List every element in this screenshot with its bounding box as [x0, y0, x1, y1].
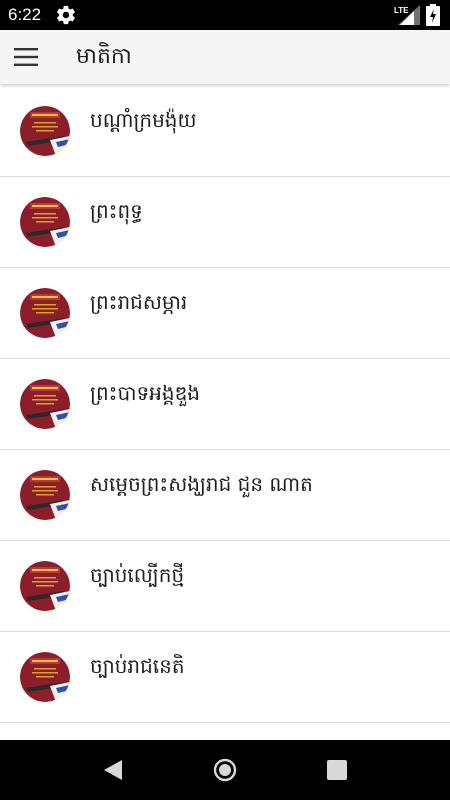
page-title: មាតិកា: [76, 44, 132, 69]
list-item-label: ព្រះពុទ្ធ: [90, 199, 143, 223]
list-item[interactable]: បណ្តាំក្រមង៉ុយ: [0, 86, 450, 177]
avatar: [20, 288, 70, 338]
list-item[interactable]: ច្បាប់រាជនេតិ: [0, 632, 450, 723]
avatar: [20, 561, 70, 611]
list-item[interactable]: សម្តេចព្រះសង្ឃរាជ ជួន ណាត: [0, 450, 450, 541]
book-cover-icon: [20, 288, 70, 338]
home-icon[interactable]: [213, 758, 237, 782]
avatar: [20, 652, 70, 702]
book-cover-icon: [20, 106, 70, 156]
content-list: បណ្តាំក្រមង៉ុយ ព្រះពុទ្ធ ព្រះរាជសម្ភារ ព…: [0, 86, 450, 723]
list-item-label: ច្បាប់ល្បើកថ្មី: [90, 563, 185, 587]
book-cover-icon: [20, 561, 70, 611]
book-cover-icon: [20, 652, 70, 702]
list-item-label: ព្រះបាទអង្គឌួង: [90, 381, 200, 405]
list-item-label: ព្រះរាជសម្ភារ: [90, 290, 188, 314]
gear-icon: [57, 5, 75, 25]
navigation-bar: [0, 740, 450, 800]
avatar: [20, 379, 70, 429]
hamburger-icon[interactable]: [14, 48, 38, 66]
book-cover-icon: [20, 379, 70, 429]
list-item[interactable]: ព្រះរាជសម្ភារ: [0, 268, 450, 359]
book-cover-icon: [20, 197, 70, 247]
signal-icon: [398, 5, 420, 25]
menu-button[interactable]: [8, 39, 44, 75]
list-item-label: បណ្តាំក្រមង៉ុយ: [90, 108, 197, 132]
list-item[interactable]: ព្រះពុទ្ធ: [0, 177, 450, 268]
status-time: 6:22: [8, 5, 42, 24]
battery-icon: [426, 4, 440, 26]
status-bar: 6:22 LTE: [0, 0, 450, 30]
book-cover-icon: [20, 470, 70, 520]
avatar: [20, 470, 70, 520]
list-item[interactable]: ច្បាប់ល្បើកថ្មី: [0, 541, 450, 632]
list-item[interactable]: ព្រះបាទអង្គឌួង: [0, 359, 450, 450]
avatar: [20, 197, 70, 247]
app-bar: មាតិកា: [0, 30, 450, 84]
back-icon[interactable]: [102, 759, 124, 781]
recent-apps-icon[interactable]: [327, 760, 347, 780]
list-item-label: សម្តេចព្រះសង្ឃរាជ ជួន ណាត: [90, 472, 313, 496]
avatar: [20, 106, 70, 156]
list-item-label: ច្បាប់រាជនេតិ: [90, 654, 185, 678]
